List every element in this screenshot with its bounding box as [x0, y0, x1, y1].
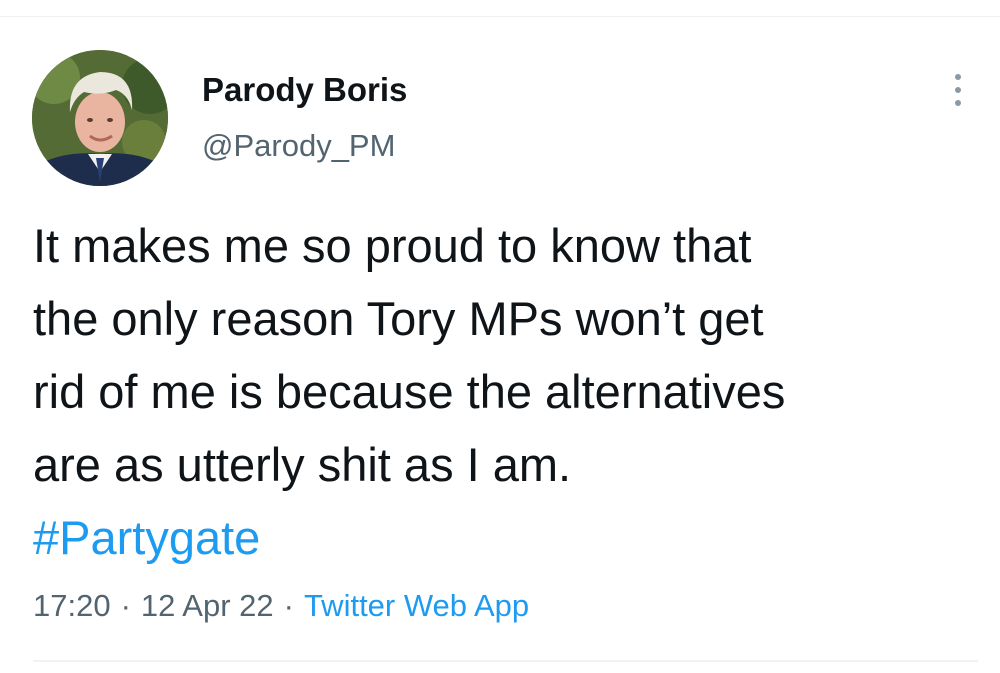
- bottom-divider: [33, 660, 978, 662]
- tweet-time[interactable]: 17:20: [33, 588, 111, 623]
- tweet-date[interactable]: 12 Apr 22: [141, 588, 274, 623]
- tweet-metadata: 17:20 · 12 Apr 22 · Twitter Web App: [33, 584, 529, 628]
- meta-separator: ·: [120, 588, 131, 623]
- more-dot: [955, 87, 961, 93]
- tweet-text-line: the only reason Tory MPs won’t get: [33, 292, 764, 345]
- avatar[interactable]: [32, 50, 168, 186]
- tweet-text-line: It makes me so proud to know that: [33, 219, 752, 272]
- tweet-text: It makes me so proud to know that the on…: [33, 209, 978, 574]
- more-options-icon[interactable]: [942, 70, 972, 110]
- hashtag-link[interactable]: #Partygate: [33, 511, 260, 564]
- tweet-text-line: are as utterly shit as I am.: [33, 438, 572, 491]
- more-dot: [955, 100, 961, 106]
- more-dot: [955, 74, 961, 80]
- meta-separator: ·: [283, 588, 294, 623]
- tweet-card: Parody Boris @Parody_PM It makes me so p…: [0, 0, 1000, 673]
- avatar-photo: [32, 50, 168, 186]
- user-handle[interactable]: @Parody_PM: [202, 126, 395, 166]
- tweet-source-link[interactable]: Twitter Web App: [304, 588, 529, 623]
- tweet-text-line: rid of me is because the alternatives: [33, 365, 786, 418]
- display-name[interactable]: Parody Boris: [202, 70, 407, 110]
